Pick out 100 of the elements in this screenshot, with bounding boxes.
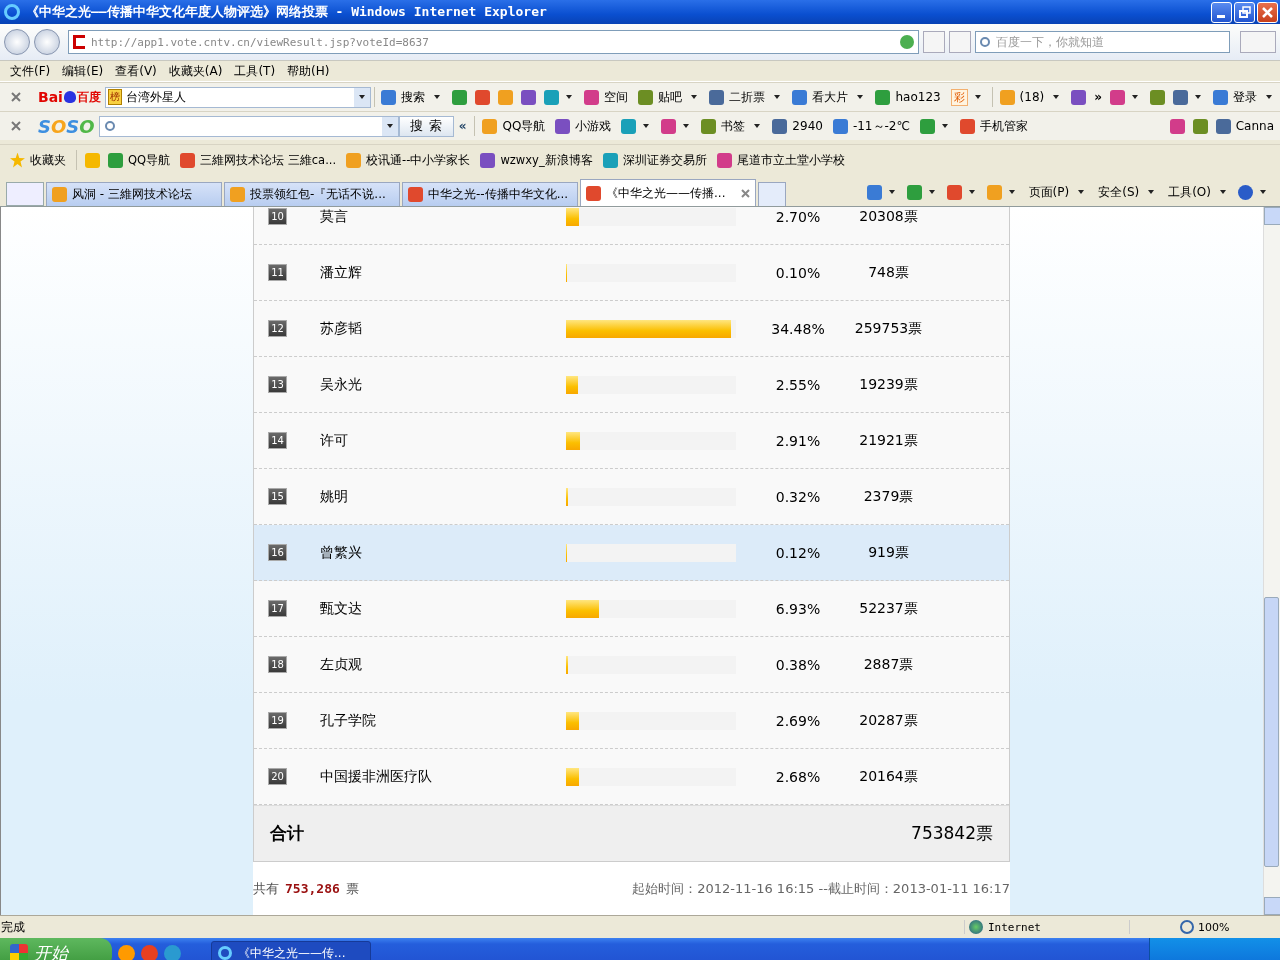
toolbar-button[interactable]: hao123 [893,90,943,104]
menu-item[interactable]: 帮助(H) [283,62,338,80]
toolbar-button[interactable]: 二折票 [727,88,768,106]
toolbar-button[interactable]: Canna [1233,119,1276,133]
zoom-button[interactable]: 100% [1198,920,1230,934]
ie-logo-icon [218,946,232,960]
browser-tab[interactable]: 中华之光--传播中华文化... [402,182,578,206]
caret-icon[interactable] [968,190,975,194]
rank-badge: 13 [268,376,287,393]
close-icon[interactable] [741,188,750,198]
favorite-link[interactable]: wzwxy_新浪博客 [498,152,595,168]
caret-icon[interactable] [566,95,573,99]
menu-item[interactable]: 收藏夹(A) [164,62,231,80]
browser-tab[interactable]: 投票领红包-『无话不说... [224,182,400,206]
toolbar-button[interactable]: 手机管家 [977,117,1030,135]
toolbar-button[interactable]: 看大片 [810,88,851,106]
candidate-name: 姚明 [320,487,348,506]
menu-item[interactable]: 编辑(E) [58,62,112,80]
taskbar-window[interactable]: 《中华之光——传... [211,941,371,960]
more-chevron[interactable]: » [1094,90,1102,104]
rank-badge: 15 [268,488,287,505]
command-menu[interactable]: 安全(S) [1096,183,1142,201]
restore-button[interactable] [1234,1,1255,23]
search-box[interactable]: 百度一下，你就知道 [975,31,1230,53]
toolbar-button[interactable]: 贴吧 [656,88,685,106]
site-icon [586,185,601,201]
caret-icon[interactable] [1260,190,1266,194]
forward-button[interactable] [34,29,60,55]
app-icon [1110,89,1125,105]
quick-launch-icon[interactable] [118,944,135,960]
soso-logo: SOSO [38,115,95,137]
menu-item[interactable]: 工具(T) [230,62,284,80]
caret-icon[interactable] [1008,190,1015,194]
caret-icon[interactable] [643,124,650,128]
candidate-name: 孔子学院 [320,711,376,730]
toolbar-button[interactable]: 搜索 [399,88,428,106]
menu-item[interactable]: 查看(V) [111,62,165,80]
close-button[interactable] [1257,1,1278,23]
minimize-button[interactable] [1211,1,1232,23]
caret-icon[interactable] [1053,95,1060,99]
caret-icon[interactable] [754,124,761,128]
search-field[interactable] [98,115,399,137]
caret-icon[interactable] [774,95,781,99]
caret-icon[interactable] [1220,190,1226,194]
app-icon [701,118,717,134]
toolbar-button[interactable]: 小游戏 [573,117,614,135]
caret-icon[interactable] [1078,190,1085,194]
caret-icon[interactable] [974,95,981,99]
toolbar-button[interactable]: 登录 [1231,88,1259,106]
toolbar-button[interactable]: 空间 [602,88,631,106]
caret-icon[interactable] [1148,190,1155,194]
search-icon [104,121,115,131]
help-icon[interactable] [1238,184,1253,200]
app-icon [638,89,654,105]
app-icon [919,118,935,134]
toolbar-button[interactable]: QQ导航 [500,117,548,135]
app-icon [959,118,975,134]
dropdown-button[interactable] [353,87,370,107]
caret-icon[interactable] [1132,95,1138,99]
caret-icon[interactable] [857,95,864,99]
back-button[interactable] [4,29,30,55]
search-field[interactable]: 榜 台湾外星人 [104,86,371,108]
search-button[interactable]: 搜 索 [398,115,454,137]
caret-icon[interactable] [691,95,698,99]
dropdown-button[interactable] [381,116,398,136]
scrollbar[interactable] [1263,207,1280,915]
browser-tab[interactable]: 《中华之光——传播... [580,179,756,206]
caret-icon[interactable] [683,124,690,128]
menu-item[interactable]: 文件(F) [6,62,59,80]
favorites-button[interactable]: 收藏夹 [28,151,68,169]
favorite-link[interactable]: 深圳证券交易所 [620,152,709,168]
vote-percent: 6.93% [774,600,822,617]
caret-icon[interactable] [434,95,441,99]
command-menu[interactable]: 页面(P) [1026,183,1072,201]
summary-label: 票 [345,879,359,898]
vote-count: 20287票 [858,711,919,730]
favorite-link[interactable]: 校讯通--中小学家长 [364,152,473,168]
toolbar-button[interactable]: (18) [1017,90,1047,104]
site-icon [52,187,67,202]
app-icon [832,118,848,134]
collapse-button[interactable]: « [453,119,472,133]
favorite-link[interactable]: QQ导航 [126,152,173,168]
caret-icon[interactable] [888,190,895,194]
hot-list-badge: 榜 [107,89,122,105]
favorite-link[interactable]: 尾道市立土堂小学校 [734,152,847,168]
caret-icon[interactable] [1195,95,1201,99]
toolbar-button[interactable]: -11～-2℃ [850,117,912,135]
lottery-badge[interactable]: 彩 [950,88,968,106]
command-menu[interactable]: 工具(O) [1166,183,1213,201]
address-field[interactable]: http://app1.vote.cntv.cn/viewResult.jsp?voteId=8637 [68,30,919,54]
candidate-name: 甄文达 [320,599,362,618]
browser-tab[interactable]: 风洞 - 三維网技术论坛 [46,182,222,206]
vote-count: 259753票 [853,319,924,338]
caret-icon[interactable] [928,190,935,194]
toolbar-button[interactable]: 2940 [790,119,825,133]
caret-icon[interactable] [1266,95,1272,99]
toolbar-button[interactable]: 书签 [719,117,748,135]
favorite-link[interactable]: 三維网技术论坛 三維ca... [198,152,339,168]
caret-icon[interactable] [941,124,948,128]
participant-count: 753,286 [285,881,340,896]
